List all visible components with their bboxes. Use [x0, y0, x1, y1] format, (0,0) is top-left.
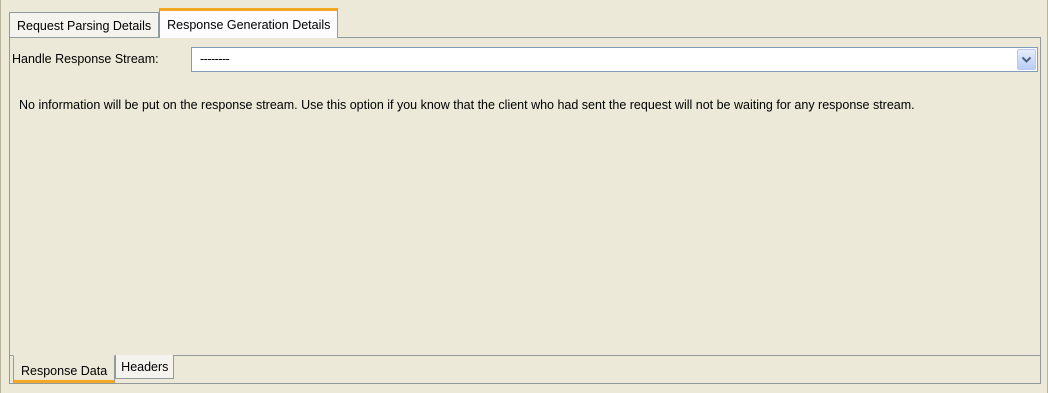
response-stream-value: -------- — [200, 52, 230, 66]
tab-request-parsing-details[interactable]: Request Parsing Details — [9, 12, 160, 38]
response-generation-content: Handle Response Stream: -------- No info… — [10, 38, 1040, 356]
bottom-tabs: Response Data Headers — [13, 355, 175, 383]
window-frame: Request Parsing Details Response Generat… — [0, 0, 1048, 393]
response-stream-label: Handle Response Stream: — [12, 52, 159, 66]
tab-panel: Handle Response Stream: -------- No info… — [9, 37, 1041, 384]
bottom-tab-strip: Response Data Headers — [10, 355, 1040, 383]
chevron-down-icon — [1021, 56, 1032, 63]
tab-label: Headers — [121, 359, 169, 374]
tab-label: Request Parsing Details — [17, 18, 152, 33]
tab-label: Response Data — [21, 363, 108, 378]
tab-response-generation-details[interactable]: Response Generation Details — [159, 8, 339, 38]
tab-response-data[interactable]: Response Data — [13, 355, 116, 383]
response-stream-description: No information will be put on the respon… — [19, 98, 915, 112]
response-stream-select[interactable]: -------- — [191, 47, 1038, 72]
top-tab-strip: Request Parsing Details Response Generat… — [9, 8, 339, 38]
response-stream-row: Handle Response Stream: -------- — [10, 47, 1040, 72]
tab-headers[interactable]: Headers — [115, 355, 175, 379]
tab-label: Response Generation Details — [167, 17, 331, 32]
dropdown-button[interactable] — [1017, 49, 1036, 70]
